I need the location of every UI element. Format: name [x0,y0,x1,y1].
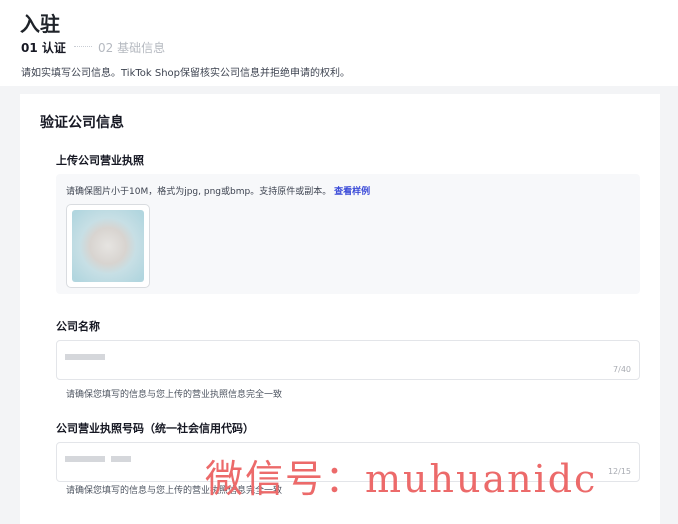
section-title: 验证公司信息 [40,115,124,131]
license-image-preview [72,210,144,282]
masked-value [65,354,105,360]
license-number-label: 公司营业执照号码（统一社会信用代码） [56,422,254,435]
masked-value [111,456,131,462]
watermark-text: 微信号：muhuanidc [205,457,598,501]
step-certification[interactable]: 01 认证 [21,39,66,56]
license-upload-area: 请确保图片小于10M，格式为jpg, png或bmp。支持原件或副本。 查看样例 [56,174,640,294]
license-thumbnail[interactable] [66,204,150,288]
upload-hint-text: 请确保图片小于10M，格式为jpg, png或bmp。支持原件或副本。 [66,187,332,197]
company-name-helper: 请确保您填写的信息与您上传的营业执照信息完全一致 [66,390,283,400]
company-name-counter: 7/40 [613,365,631,374]
license-number-counter: 12/15 [607,467,631,476]
page-header: 入驻 01 认证 02 基础信息 请如实填写公司信息。TikTok Shop保留… [0,0,678,86]
notice-text: 请如实填写公司信息。TikTok Shop保留核实公司信息并拒绝申请的权利。 [21,68,351,79]
company-name-input[interactable]: 7/40 [56,340,640,380]
view-sample-link[interactable]: 查看样例 [334,187,370,197]
upload-hint: 请确保图片小于10M，格式为jpg, png或bmp。支持原件或副本。 查看样例 [66,184,370,197]
step-basic-info[interactable]: 02 基础信息 [98,39,165,56]
masked-value [65,456,105,462]
company-name-label: 公司名称 [56,320,100,333]
license-upload-label: 上传公司营业执照 [56,154,144,167]
page-title: 入驻 [20,12,60,36]
step-separator [74,46,92,47]
